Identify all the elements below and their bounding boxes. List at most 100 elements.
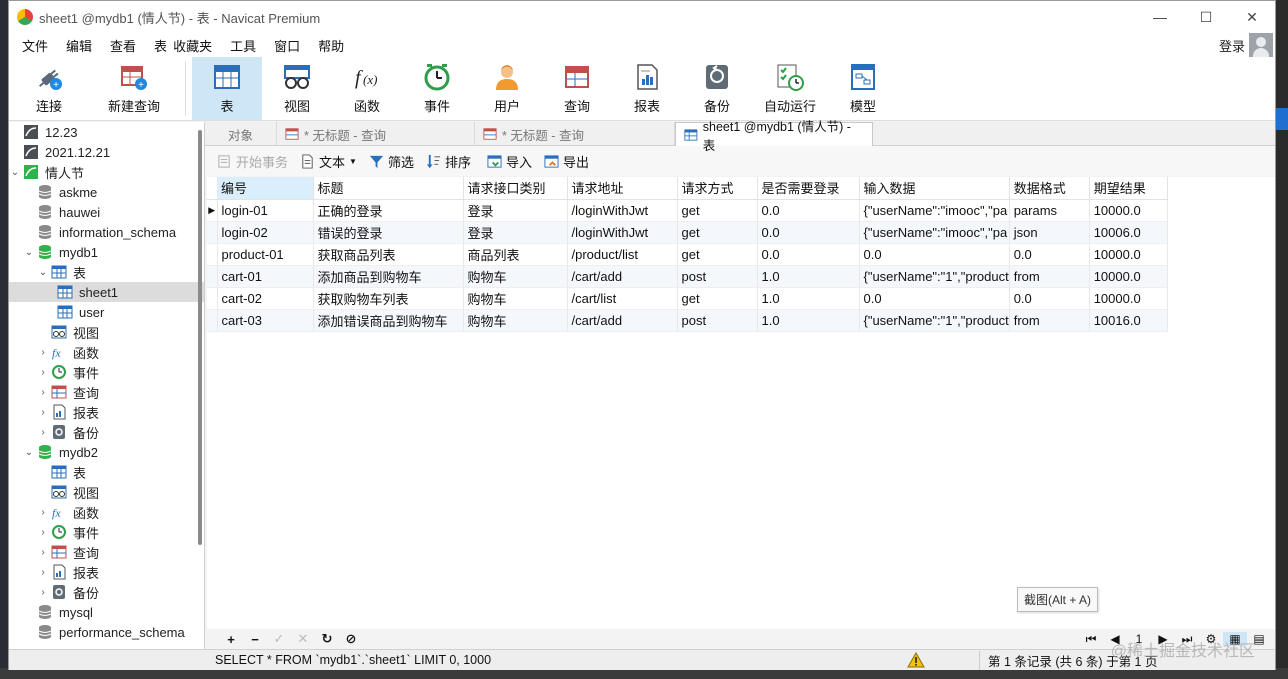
tree-item-mydb2-queries[interactable]: › 查询 [9, 542, 204, 562]
table-cell[interactable]: /loginWithJwt [567, 221, 678, 244]
tree-item-valentine[interactable]: ⌄ 情人节 [9, 162, 204, 182]
delete-record-icon[interactable]: − [243, 632, 267, 647]
table-row[interactable]: login-02 错误的登录 登录 /loginWithJwt get 0.0 … [207, 221, 1168, 244]
table-cell[interactable]: /cart/add [567, 265, 678, 288]
table-cell[interactable]: params [1009, 199, 1090, 222]
table-cell[interactable]: login-01 [217, 199, 314, 222]
table-cell[interactable]: /product/list [567, 243, 678, 266]
table-cell[interactable]: post [677, 309, 758, 332]
tree-item-mydb1-views[interactable]: 视图 [9, 322, 204, 342]
table-cell[interactable]: 0.0 [859, 243, 1010, 266]
tab-query-1[interactable]: * 无标题 - 查询 [277, 122, 475, 146]
table-cell[interactable]: 10000.0 [1089, 265, 1168, 288]
apply-changes-icon[interactable]: ✓ [267, 631, 291, 647]
column-header[interactable]: 请求接口类别 [463, 177, 568, 200]
begin-transaction-button[interactable]: 开始事务 [211, 152, 294, 171]
tree-item-mydb2-events[interactable]: › 事件 [9, 522, 204, 542]
table-cell[interactable]: {"userName":"1","product [859, 265, 1010, 288]
table-cell[interactable]: 商品列表 [463, 243, 568, 266]
login-button[interactable]: 登录 [1219, 36, 1245, 55]
export-button[interactable]: 导出 [538, 152, 595, 171]
table-cell[interactable]: 0.0 [757, 243, 860, 266]
avatar[interactable] [1249, 33, 1273, 57]
model-button[interactable]: 模型 [828, 57, 898, 120]
tree-item-mydb1-reports[interactable]: › 报表 [9, 402, 204, 422]
column-header[interactable]: 期望结果 [1089, 177, 1168, 200]
column-header[interactable]: 是否需要登录 [757, 177, 860, 200]
report-button[interactable]: 报表 [612, 57, 682, 120]
table-cell[interactable]: 错误的登录 [313, 221, 464, 244]
table-cell[interactable]: 正确的登录 [313, 199, 464, 222]
table-row[interactable]: cart-03 添加错误商品到购物车 购物车 /cart/add post 1.… [207, 309, 1168, 332]
table-cell[interactable]: 1.0 [757, 265, 860, 288]
column-header[interactable]: 数据格式 [1009, 177, 1090, 200]
tree-item-mydb2-functions[interactable]: › fx 函数 [9, 502, 204, 522]
tree-item-mysql[interactable]: mysql [9, 602, 204, 622]
column-header[interactable]: 编号 [217, 177, 314, 200]
table-cell[interactable]: json [1009, 221, 1090, 244]
menu-window[interactable]: 窗口 [265, 36, 309, 55]
table-cell[interactable]: /loginWithJwt [567, 199, 678, 222]
table-cell[interactable]: /cart/add [567, 309, 678, 332]
table-cell[interactable]: cart-01 [217, 265, 314, 288]
tree-item-12-23[interactable]: 12.23 [9, 122, 204, 142]
table-cell[interactable]: product-01 [217, 243, 314, 266]
menu-help[interactable]: 帮助 [309, 36, 353, 55]
tab-query-2[interactable]: * 无标题 - 查询 [475, 122, 675, 146]
chevron-down-icon[interactable]: ⌄ [23, 247, 35, 258]
table-cell[interactable]: 登录 [463, 199, 568, 222]
tree-item-information-schema[interactable]: information_schema [9, 222, 204, 242]
tab-sheet1-table[interactable]: sheet1 @mydb1 (情人节) - 表 [675, 120, 873, 153]
menu-tools[interactable]: 工具 [221, 36, 265, 55]
table-row[interactable]: product-01 获取商品列表 商品列表 /product/list get… [207, 243, 1168, 266]
table-cell[interactable]: 10006.0 [1089, 221, 1168, 244]
add-record-icon[interactable]: + [219, 632, 243, 647]
table-cell[interactable]: get [677, 243, 758, 266]
table-cell[interactable]: 0.0 [757, 221, 860, 244]
tree-item-2021-12-21[interactable]: 2021.12.21 [9, 142, 204, 162]
table-cell[interactable]: get [677, 221, 758, 244]
table-cell[interactable]: cart-03 [217, 309, 314, 332]
tree-item-askme[interactable]: askme [9, 182, 204, 202]
table-cell[interactable]: get [677, 287, 758, 310]
tab-objects[interactable]: 对象 [205, 122, 277, 146]
import-button[interactable]: 导入 [481, 152, 538, 171]
chevron-right-icon[interactable]: › [37, 507, 49, 518]
table-cell[interactable]: 10016.0 [1089, 309, 1168, 332]
chevron-right-icon[interactable]: › [37, 587, 49, 598]
chevron-right-icon[interactable]: › [37, 347, 49, 358]
table-cell[interactable]: 购物车 [463, 265, 568, 288]
menu-favorites[interactable]: 收藏夹 [169, 36, 221, 55]
table-cell[interactable]: 0.0 [757, 199, 860, 222]
query-button[interactable]: 查询 [542, 57, 612, 120]
connect-button[interactable]: + 连接 [9, 57, 89, 120]
table-cell[interactable]: get [677, 199, 758, 222]
sort-button[interactable]: 排序 [420, 152, 477, 171]
minimize-button[interactable]: — [1137, 1, 1183, 33]
autorun-button[interactable]: 自动运行 [752, 57, 828, 120]
chevron-down-icon[interactable]: ⌄ [23, 447, 35, 458]
tree-item-sheet1[interactable]: sheet1 [9, 282, 204, 302]
sidebar-scrollbar[interactable] [196, 122, 204, 669]
tree-item-mydb2-views[interactable]: 视图 [9, 482, 204, 502]
table-cell[interactable]: 添加错误商品到购物车 [313, 309, 464, 332]
table-cell[interactable]: login-02 [217, 221, 314, 244]
table-cell[interactable]: 购物车 [463, 287, 568, 310]
table-cell[interactable]: 登录 [463, 221, 568, 244]
table-cell[interactable]: 0.0 [859, 287, 1010, 310]
chevron-right-icon[interactable]: › [37, 547, 49, 558]
maximize-button[interactable]: ☐ [1183, 1, 1229, 33]
column-header[interactable]: 标题 [313, 177, 464, 200]
chevron-right-icon[interactable]: › [37, 407, 49, 418]
tree-item-hauwei[interactable]: hauwei [9, 202, 204, 222]
tree-item-mydb2-reports[interactable]: › 报表 [9, 562, 204, 582]
tree-item-mydb2[interactable]: ⌄ mydb2 [9, 442, 204, 462]
tree-item-mydb1-events[interactable]: › 事件 [9, 362, 204, 382]
function-button[interactable]: f (x) 函数 [332, 57, 402, 120]
warning-icon[interactable] [907, 652, 925, 668]
sidebar-scroll-thumb[interactable] [198, 130, 202, 545]
table-cell[interactable]: 1.0 [757, 287, 860, 310]
tree-item-mydb1-tables[interactable]: ⌄ 表 [9, 262, 204, 282]
tree-item-mydb1-queries[interactable]: › 查询 [9, 382, 204, 402]
table-cell[interactable]: /cart/list [567, 287, 678, 310]
